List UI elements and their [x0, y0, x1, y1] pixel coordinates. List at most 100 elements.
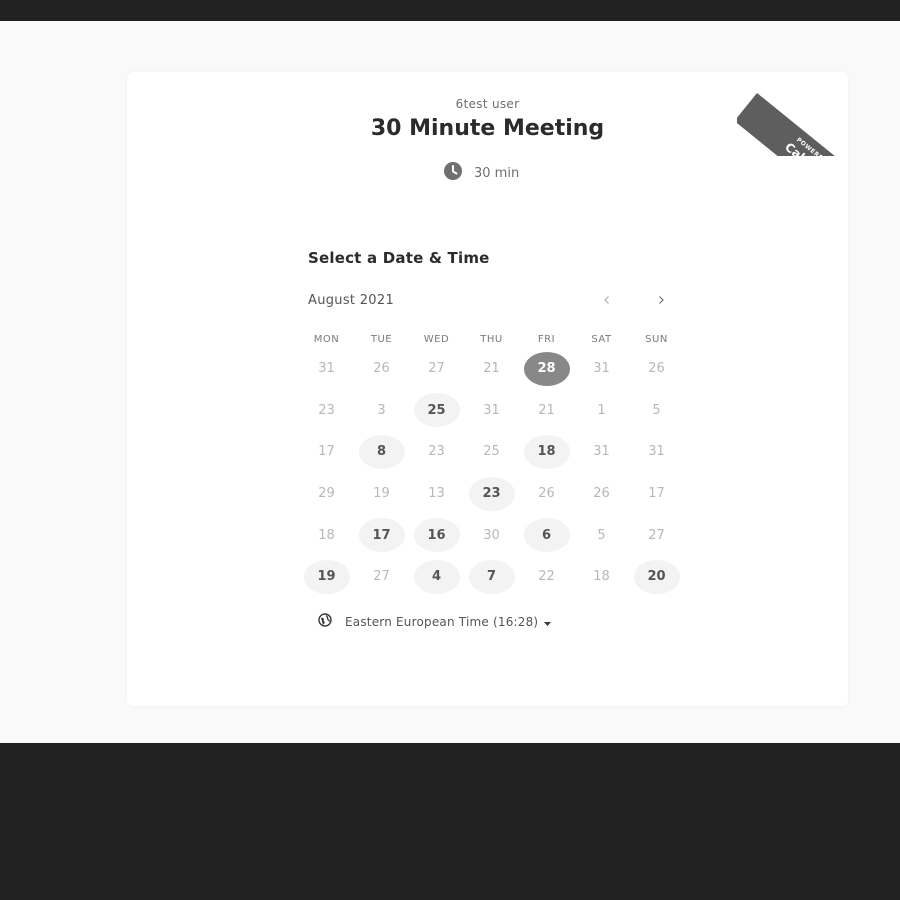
calendar-cell: 22 [519, 556, 574, 598]
calendar-cell: 1 [574, 390, 629, 432]
calendar-cell: 19 [354, 473, 409, 515]
available-day-button[interactable]: 17 [358, 518, 405, 553]
available-day-button[interactable]: 20 [633, 559, 680, 594]
unavailable-day: 17 [648, 486, 665, 502]
host-name: 6test user [455, 97, 520, 111]
timezone-label: Eastern European Time (16:28) [345, 614, 539, 629]
unavailable-day: 21 [483, 361, 500, 377]
weekday-header: MON TUE WED THU FRI SAT SUN [299, 334, 684, 345]
booking-card: POWERED BY Calendly 6test user 30 Minute… [127, 72, 848, 706]
unavailable-day: 5 [652, 402, 661, 418]
calendar-cell: 5 [574, 514, 629, 556]
calendar-cell: 31 [574, 348, 629, 390]
unavailable-day: 31 [648, 444, 665, 460]
unavailable-day: 31 [318, 361, 335, 377]
unavailable-day: 3 [377, 402, 386, 418]
unavailable-day: 26 [538, 486, 555, 502]
weekday-label: MON [313, 334, 340, 345]
chevron-left-icon [604, 296, 609, 304]
unavailable-day: 30 [483, 527, 500, 543]
weekday-label: SUN [645, 334, 668, 345]
event-title: 30 Minute Meeting [370, 116, 605, 141]
calendar-cell: 26 [629, 348, 684, 390]
calendar-cell: 16 [409, 514, 464, 556]
unavailable-day: 18 [318, 527, 335, 543]
calendar-cell: 31 [464, 390, 519, 432]
calendar-cell: 18 [574, 556, 629, 598]
chevron-right-icon [659, 296, 664, 304]
month-label: August 2021 [308, 293, 395, 308]
calendar-cell: 27 [354, 556, 409, 598]
calendar-cell: 18 [519, 431, 574, 473]
unavailable-day: 22 [538, 569, 555, 585]
calendar-cell: 17 [299, 431, 354, 473]
event-duration: 30 min [443, 161, 519, 185]
calendar-cell: 13 [409, 473, 464, 515]
calendar-cell: 3 [354, 390, 409, 432]
calendar-cell: 26 [354, 348, 409, 390]
weekday-label: THU [480, 334, 503, 345]
unavailable-day: 26 [648, 361, 665, 377]
calendar-cell: 18 [299, 514, 354, 556]
calendar-cell: 6 [519, 514, 574, 556]
unavailable-day: 23 [428, 444, 445, 460]
unavailable-day: 17 [318, 444, 335, 460]
calendar-cell: 5 [629, 390, 684, 432]
unavailable-day: 27 [428, 361, 445, 377]
unavailable-day: 13 [428, 486, 445, 502]
calendar-cell: 25 [464, 431, 519, 473]
calendar-cell: 28 [519, 348, 574, 390]
available-day-button[interactable]: 16 [413, 518, 460, 553]
calendar-cell: 21 [464, 348, 519, 390]
unavailable-day: 25 [483, 444, 500, 460]
unavailable-day: 31 [483, 402, 500, 418]
available-day-button[interactable]: 19 [303, 559, 350, 594]
available-day-button[interactable]: 7 [468, 559, 515, 594]
previous-month-button[interactable] [597, 290, 617, 310]
available-day-button[interactable]: 25 [413, 393, 460, 428]
calendar-cell: 23 [464, 473, 519, 515]
unavailable-day: 27 [373, 569, 390, 585]
calendar-cell: 8 [354, 431, 409, 473]
weekday-label: FRI [537, 334, 556, 345]
caret-down-icon [544, 612, 552, 631]
calendar-cell: 29 [299, 473, 354, 515]
selected-day-button[interactable]: 28 [523, 351, 570, 386]
next-month-button[interactable] [651, 290, 671, 310]
calendly-badge[interactable]: POWERED BY Calendly [737, 72, 848, 156]
top-bar [0, 0, 900, 21]
calendar-cell: 23 [409, 431, 464, 473]
unavailable-day: 31 [593, 361, 610, 377]
calendar-cell: 30 [464, 514, 519, 556]
weekday-label: SAT [591, 334, 612, 345]
calendar-cell: 4 [409, 556, 464, 598]
calendar-cell: 17 [629, 473, 684, 515]
available-day-button[interactable]: 18 [523, 434, 570, 469]
weekday-label: TUE [370, 334, 393, 345]
unavailable-day: 5 [597, 527, 606, 543]
available-day-button[interactable]: 8 [358, 434, 405, 469]
available-day-button[interactable]: 4 [413, 559, 460, 594]
calendar-cell: 31 [299, 348, 354, 390]
unavailable-day: 26 [373, 361, 390, 377]
calendar-cell: 19 [299, 556, 354, 598]
calendar-cell: 27 [409, 348, 464, 390]
calendar-cell: 17 [354, 514, 409, 556]
timezone-selector[interactable]: Eastern European Time (16:28) [318, 612, 552, 631]
select-date-heading: Select a Date & Time [308, 249, 490, 267]
available-day-button[interactable]: 23 [468, 476, 515, 511]
unavailable-day: 27 [648, 527, 665, 543]
calendar-cell: 21 [519, 390, 574, 432]
calendar-cell: 23 [299, 390, 354, 432]
unavailable-day: 21 [538, 402, 555, 418]
unavailable-day: 18 [593, 569, 610, 585]
available-day-button[interactable]: 6 [523, 518, 570, 553]
clock-icon [443, 161, 463, 185]
unavailable-day: 31 [593, 444, 610, 460]
unavailable-day: 26 [593, 486, 610, 502]
calendar-cell: 31 [574, 431, 629, 473]
calendar-cell: 26 [519, 473, 574, 515]
unavailable-day: 29 [318, 486, 335, 502]
calendar-cell: 26 [574, 473, 629, 515]
calendar-cell: 31 [629, 431, 684, 473]
